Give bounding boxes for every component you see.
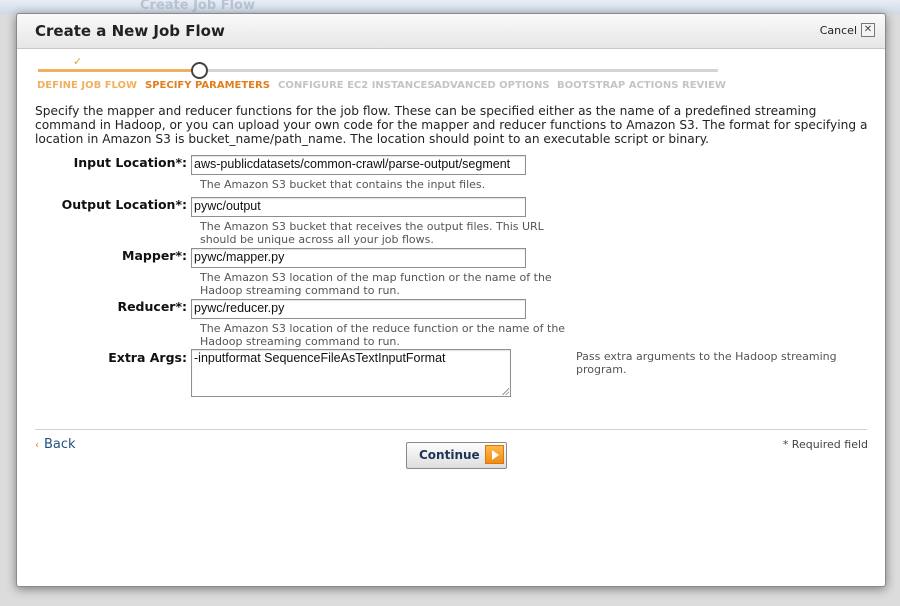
footer-divider xyxy=(35,429,867,430)
wizard-progress-remaining xyxy=(198,69,718,72)
dialog-header: Create a New Job Flow Cancel ✕ xyxy=(17,14,885,49)
output-location-label: Output Location*: xyxy=(61,197,187,212)
input-location-hint: The Amazon S3 bucket that contains the i… xyxy=(200,178,486,191)
cancel-control[interactable]: Cancel ✕ xyxy=(820,23,875,37)
output-location-field[interactable]: pywc/output xyxy=(191,197,526,217)
step-complete-check-icon: ✓ xyxy=(73,55,83,68)
background-window-strip: Create Job Flow xyxy=(0,0,900,14)
wizard-step-review: REVIEW xyxy=(682,80,726,91)
required-field-note: * Required field xyxy=(782,438,868,451)
wizard-progress-completed xyxy=(38,69,198,72)
reducer-field[interactable]: pywc/reducer.py xyxy=(191,299,526,319)
mapper-field[interactable]: pywc/mapper.py xyxy=(191,248,526,268)
wizard-step-bootstrap-actions: BOOTSTRAP ACTIONS xyxy=(557,80,679,91)
mapper-hint: The Amazon S3 location of the map functi… xyxy=(200,271,552,297)
extra-args-label: Extra Args: xyxy=(108,350,187,365)
close-icon[interactable]: ✕ xyxy=(861,23,875,37)
cancel-link[interactable]: Cancel xyxy=(820,24,857,37)
back-link[interactable]: ‹ Back xyxy=(35,437,76,452)
background-ghost-title: Create Job Flow xyxy=(140,0,255,13)
output-location-hint: The Amazon S3 bucket that receives the o… xyxy=(200,220,544,246)
continue-label: Continue xyxy=(419,448,480,462)
arrow-right-icon xyxy=(485,445,504,464)
extra-args-hint: Pass extra arguments to the Hadoop strea… xyxy=(576,350,837,376)
continue-button[interactable]: Continue xyxy=(406,442,507,469)
mapper-label: Mapper*: xyxy=(122,248,187,263)
extra-args-value: -inputformat SequenceFileAsTextInputForm… xyxy=(194,351,446,365)
intro-description: Specify the mapper and reducer functions… xyxy=(35,104,868,147)
dialog-title: Create a New Job Flow xyxy=(35,22,225,40)
wizard-step-advanced-options: ADVANCED OPTIONS xyxy=(434,80,550,91)
wizard-step-specify-parameters: SPECIFY PARAMETERS xyxy=(145,80,270,91)
create-job-flow-dialog: Create a New Job Flow Cancel ✕ ✓ DEFINE … xyxy=(16,13,886,587)
wizard-step-define-job-flow: DEFINE JOB FLOW xyxy=(37,80,138,91)
reducer-label: Reducer*: xyxy=(117,299,187,314)
resize-grip-icon[interactable] xyxy=(501,387,509,395)
back-label: Back xyxy=(44,437,76,452)
current-step-marker-icon xyxy=(191,62,208,79)
input-location-field[interactable]: aws-publicdatasets/common-crawl/parse-ou… xyxy=(191,155,526,175)
chevron-left-icon: ‹ xyxy=(35,440,39,451)
extra-args-textarea[interactable]: -inputformat SequenceFileAsTextInputForm… xyxy=(191,349,511,397)
reducer-hint: The Amazon S3 location of the reduce fun… xyxy=(200,322,566,348)
wizard-step-configure-ec2: CONFIGURE EC2 INSTANCES xyxy=(278,80,435,91)
input-location-label: Input Location*: xyxy=(73,155,187,170)
